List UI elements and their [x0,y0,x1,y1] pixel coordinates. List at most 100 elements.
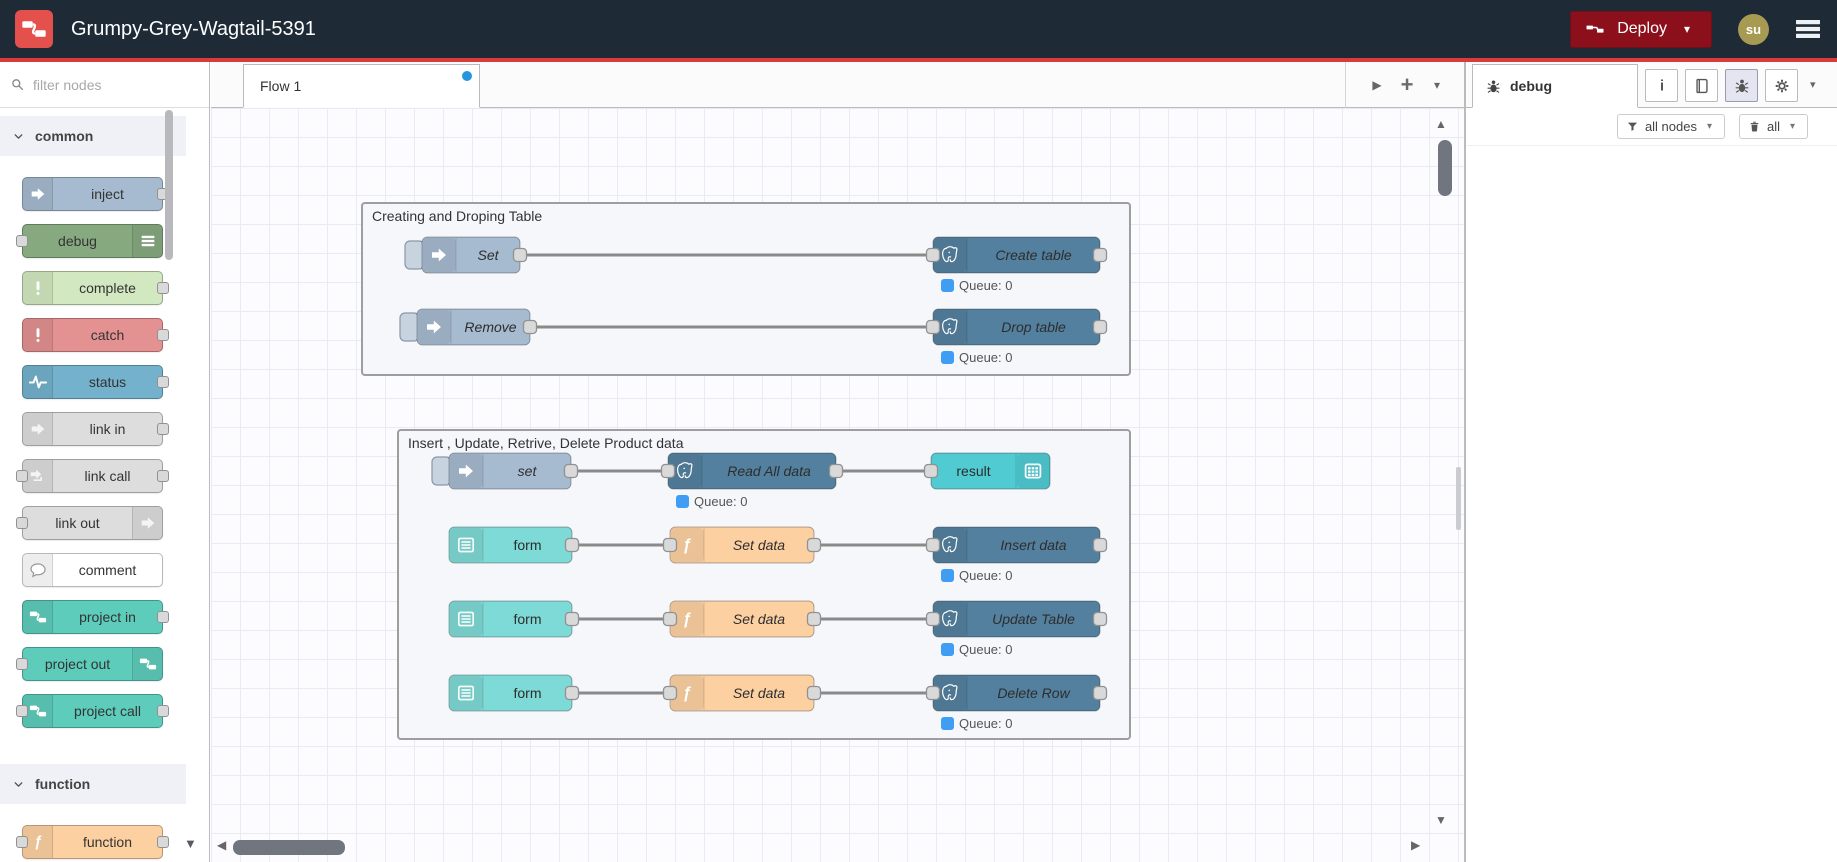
node-label: form [514,685,542,701]
flow-node-form-2[interactable]: form [448,600,580,638]
node-output-port[interactable] [564,685,580,701]
debug-clear-button[interactable]: all ▾ [1738,114,1808,139]
palette-node-label: project in [79,609,136,625]
node-input-port[interactable] [925,611,941,627]
node-output-port[interactable] [522,319,538,335]
node-input-port[interactable] [662,611,678,627]
add-flow-button[interactable]: + [1392,70,1422,100]
debug-tab-label: debug [1510,78,1552,94]
node-output-port [157,470,169,482]
node-status-text: Queue: 0 [959,278,1013,293]
node-output-port[interactable] [806,685,822,701]
node-output-port[interactable] [564,537,580,553]
debug-filter-button[interactable]: all nodes ▾ [1616,114,1725,139]
inject-button[interactable] [399,312,420,342]
node-status-dot [941,717,954,730]
node-input-port[interactable] [925,537,941,553]
palette-node-status[interactable]: status [22,365,169,399]
node-input-port[interactable] [662,685,678,701]
node-output-port[interactable] [1092,319,1108,335]
palette-category-header-function[interactable]: function [0,764,186,804]
flow-node-form-1[interactable]: form [448,526,580,564]
flow-node-set-data-2[interactable]: ƒ Set data [662,600,822,638]
node-label: Delete Row [997,685,1070,701]
canvas-scroll-right-icon[interactable]: ▶ [1411,839,1420,851]
palette-scrollbar-thumb[interactable] [165,110,173,260]
sidebar-tool-book[interactable] [1685,69,1718,102]
palette-category-header-common[interactable]: common [0,116,186,156]
node-label: set [518,463,538,479]
sidebar-tool-gear[interactable] [1765,69,1798,102]
node-output-port [157,836,169,848]
deploy-icon [1585,19,1605,39]
palette-node-inject[interactable]: inject [22,177,169,211]
palette-node-link-in[interactable]: link in [22,412,169,446]
node-input-port[interactable] [925,319,941,335]
node-output-port[interactable] [564,611,580,627]
canvas-hscroll-thumb[interactable] [233,840,345,855]
palette-node-comment[interactable]: comment [22,553,163,587]
palette-node-project-out[interactable]: project out [16,647,163,681]
flow-list-button[interactable]: ▾ [1422,70,1452,100]
debug-clear-caret: ▾ [1789,120,1796,132]
palette-node-link-out[interactable]: link out [16,506,163,540]
node-input-port[interactable] [925,685,941,701]
palette-node-project-in[interactable]: project in [22,600,169,634]
flow-node-inject-remove[interactable]: Remove [399,308,538,346]
node-input-port[interactable] [925,247,941,263]
deploy-button[interactable]: Deploy ▾ [1570,10,1712,48]
palette-node-link-call[interactable]: link call [16,459,169,493]
node-output-port[interactable] [1092,537,1108,553]
canvas-scroll-down-icon[interactable]: ▼ [1435,814,1447,826]
node-output-port[interactable] [563,463,579,479]
node-output-port[interactable] [1092,685,1108,701]
next-tab-button[interactable]: ▶ [1362,70,1392,100]
node-input-port[interactable] [662,537,678,553]
link-arrow-icon [29,420,47,438]
sidebar-overflow-button[interactable]: ▾ [1810,78,1816,91]
palette-node-debug[interactable]: debug [16,224,163,258]
flow-group-creating-and-droping-table[interactable]: Creating and Droping Table [361,202,1131,376]
canvas-vscroll-thumb[interactable] [1438,140,1452,196]
flow-node-result[interactable]: result [923,452,1051,490]
tab-debug[interactable]: debug [1472,64,1638,108]
sidebar-tool-bug[interactable] [1725,69,1758,102]
palette-node-label: function [82,834,133,850]
node-output-port[interactable] [806,537,822,553]
node-output-port[interactable] [828,463,844,479]
node-output-port[interactable] [806,611,822,627]
sidebar-divider-grip[interactable] [1456,467,1461,530]
palette-node-function[interactable]: ƒ function [16,825,169,859]
book-icon [1693,77,1711,95]
deploy-caret[interactable]: ▾ [1677,19,1697,39]
node-input-port[interactable] [660,463,676,479]
tab-flow-1[interactable]: Flow 1 [243,64,480,108]
palette-node-complete[interactable]: complete [22,271,169,305]
node-output-port[interactable] [1092,611,1108,627]
canvas-scroll-left-icon[interactable]: ◀ [217,839,226,851]
flow-node-inject-set2[interactable]: set [431,452,579,490]
node-label: Set data [733,537,785,553]
flow-canvas[interactable]: Creating and Droping Table Insert , Updat… [211,108,1464,862]
flow-node-form-3[interactable]: form [448,674,580,712]
node-label: Read All data [727,463,811,479]
palette-node-catch[interactable]: catch [22,318,169,352]
palette-node-project-call[interactable]: project call [16,694,169,728]
bug-icon [1733,77,1751,95]
flow-node-set-data-3[interactable]: ƒ Set data [662,674,822,712]
search-input[interactable] [31,75,161,94]
link-call-icon [29,467,47,485]
main-menu-button[interactable] [1793,14,1823,44]
flow-node-set-data-1[interactable]: ƒ Set data [662,526,822,564]
node-output-port[interactable] [512,247,528,263]
node-label: Create table [995,247,1071,263]
sidebar-tool-info[interactable]: i [1645,69,1678,102]
inject-button[interactable] [431,456,452,486]
flow-node-inject-set[interactable]: Set [404,236,528,274]
node-output-port[interactable] [1092,247,1108,263]
canvas-scroll-up-icon[interactable]: ▲ [1435,118,1447,130]
node-input-port[interactable] [923,463,939,479]
inject-button[interactable] [404,240,425,270]
user-avatar[interactable]: su [1738,13,1769,45]
palette-scroll-down-icon[interactable]: ▼ [184,836,197,851]
